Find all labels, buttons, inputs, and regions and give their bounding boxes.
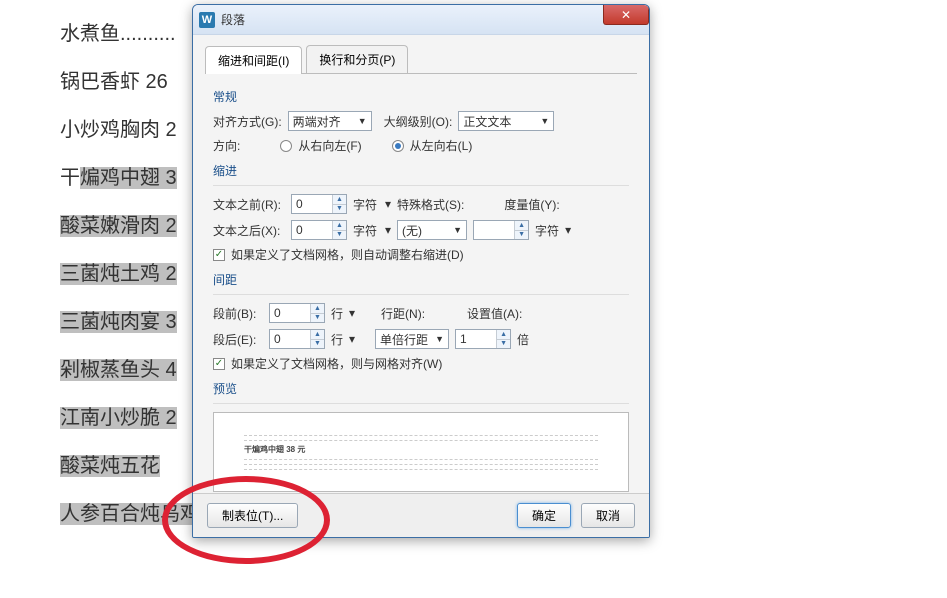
cancel-button[interactable]: 取消 <box>581 503 635 528</box>
tabs-button[interactable]: 制表位(T)... <box>207 503 298 528</box>
align-label: 对齐方式(G): <box>213 113 282 130</box>
spin-down-icon[interactable]: ▼ <box>333 205 346 214</box>
after-text-value: 0 <box>292 221 332 239</box>
spin-up-icon[interactable]: ▲ <box>497 330 510 340</box>
spin-down-icon[interactable]: ▼ <box>333 231 346 240</box>
spin-down-icon[interactable]: ▼ <box>515 231 528 240</box>
align-combo[interactable]: 两端对齐 ▼ <box>288 111 372 131</box>
dialog-title: 段落 <box>221 11 245 28</box>
unit-line: 行 <box>331 305 343 322</box>
unit-char: 字符 <box>353 196 377 213</box>
dialog-footer: 制表位(T)... 确定 取消 <box>193 493 649 537</box>
chevron-down-icon: ▼ <box>453 225 462 235</box>
line-spacing-value: 单倍行距 <box>380 331 428 348</box>
measure-label: 度量值(Y): <box>504 196 559 213</box>
after-text-label: 文本之后(X): <box>213 222 285 239</box>
line-spacing-combo[interactable]: 单倍行距 ▼ <box>375 329 449 349</box>
section-indent: 缩进 <box>213 162 629 179</box>
before-text-spinner[interactable]: 0 ▲▼ <box>291 194 347 214</box>
ltr-radio[interactable] <box>392 140 404 152</box>
special-combo[interactable]: (无) ▼ <box>397 220 467 240</box>
spin-up-icon[interactable]: ▲ <box>515 221 528 231</box>
unit-char: 字符 <box>535 222 559 239</box>
auto-indent-label: 如果定义了文档网格，则自动调整右缩进(D) <box>231 246 464 263</box>
ok-button[interactable]: 确定 <box>517 503 571 528</box>
app-icon: W <box>199 12 215 28</box>
unit-char: 字符 <box>353 222 377 239</box>
preview-sample-text: 干煸鸡中翅 38 元 <box>244 445 598 455</box>
close-icon: ✕ <box>621 8 631 22</box>
set-value-label: 设置值(A): <box>467 305 522 322</box>
after-para-value: 0 <box>270 330 310 348</box>
rtl-label: 从右向左(F) <box>298 137 361 154</box>
spin-up-icon[interactable]: ▲ <box>311 330 324 340</box>
tab-line-page-breaks[interactable]: 换行和分页(P) <box>306 45 408 73</box>
close-button[interactable]: ✕ <box>603 5 649 25</box>
chevron-down-icon: ▼ <box>540 116 549 126</box>
outline-value: 正文文本 <box>463 113 511 130</box>
paragraph-dialog: W 段落 ✕ 缩进和间距(I) 换行和分页(P) 常规 对齐方式(G): 两端对… <box>192 4 650 538</box>
section-spacing: 间距 <box>213 271 629 288</box>
outline-label: 大纲级别(O): <box>384 113 453 130</box>
section-general: 常规 <box>213 88 629 105</box>
before-text-value: 0 <box>292 195 332 213</box>
spin-down-icon[interactable]: ▼ <box>311 340 324 349</box>
chevron-down-icon: ▼ <box>435 334 444 344</box>
measure-value <box>474 221 514 239</box>
measure-spinner[interactable]: ▲▼ <box>473 220 529 240</box>
spin-up-icon[interactable]: ▲ <box>333 221 346 231</box>
before-para-value: 0 <box>270 304 310 322</box>
dialog-content: 常规 对齐方式(G): 两端对齐 ▼ 大纲级别(O): 正文文本 ▼ 方向: 从… <box>193 74 649 498</box>
unit-line: 行 <box>331 331 343 348</box>
tab-indent-spacing[interactable]: 缩进和间距(I) <box>205 46 302 74</box>
tab-bar: 缩进和间距(I) 换行和分页(P) <box>205 45 637 74</box>
spin-down-icon[interactable]: ▼ <box>497 340 510 349</box>
set-value-spinner[interactable]: 1 ▲▼ <box>455 329 511 349</box>
outline-combo[interactable]: 正文文本 ▼ <box>458 111 554 131</box>
special-label: 特殊格式(S): <box>397 196 464 213</box>
after-text-spinner[interactable]: 0 ▲▼ <box>291 220 347 240</box>
auto-indent-checkbox[interactable]: ✓ <box>213 249 225 261</box>
align-grid-checkbox[interactable]: ✓ <box>213 358 225 370</box>
align-value: 两端对齐 <box>293 113 341 130</box>
preview-box: 干煸鸡中翅 38 元 <box>213 412 629 492</box>
align-grid-label: 如果定义了文档网格，则与网格对齐(W) <box>231 355 442 372</box>
before-para-label: 段前(B): <box>213 305 263 322</box>
titlebar[interactable]: W 段落 ✕ <box>193 5 649 35</box>
ltr-label: 从左向右(L) <box>410 137 473 154</box>
after-para-spinner[interactable]: 0 ▲▼ <box>269 329 325 349</box>
special-value: (无) <box>402 222 422 239</box>
unit-times: 倍 <box>517 331 529 348</box>
spin-up-icon[interactable]: ▲ <box>311 304 324 314</box>
line-spacing-label: 行距(N): <box>381 305 425 322</box>
direction-label: 方向: <box>213 137 240 154</box>
before-para-spinner[interactable]: 0 ▲▼ <box>269 303 325 323</box>
after-para-label: 段后(E): <box>213 331 263 348</box>
section-preview: 预览 <box>213 380 629 397</box>
before-text-label: 文本之前(R): <box>213 196 285 213</box>
rtl-radio[interactable] <box>280 140 292 152</box>
set-value-value: 1 <box>456 330 496 348</box>
spin-down-icon[interactable]: ▼ <box>311 314 324 323</box>
chevron-down-icon: ▼ <box>358 116 367 126</box>
spin-up-icon[interactable]: ▲ <box>333 195 346 205</box>
